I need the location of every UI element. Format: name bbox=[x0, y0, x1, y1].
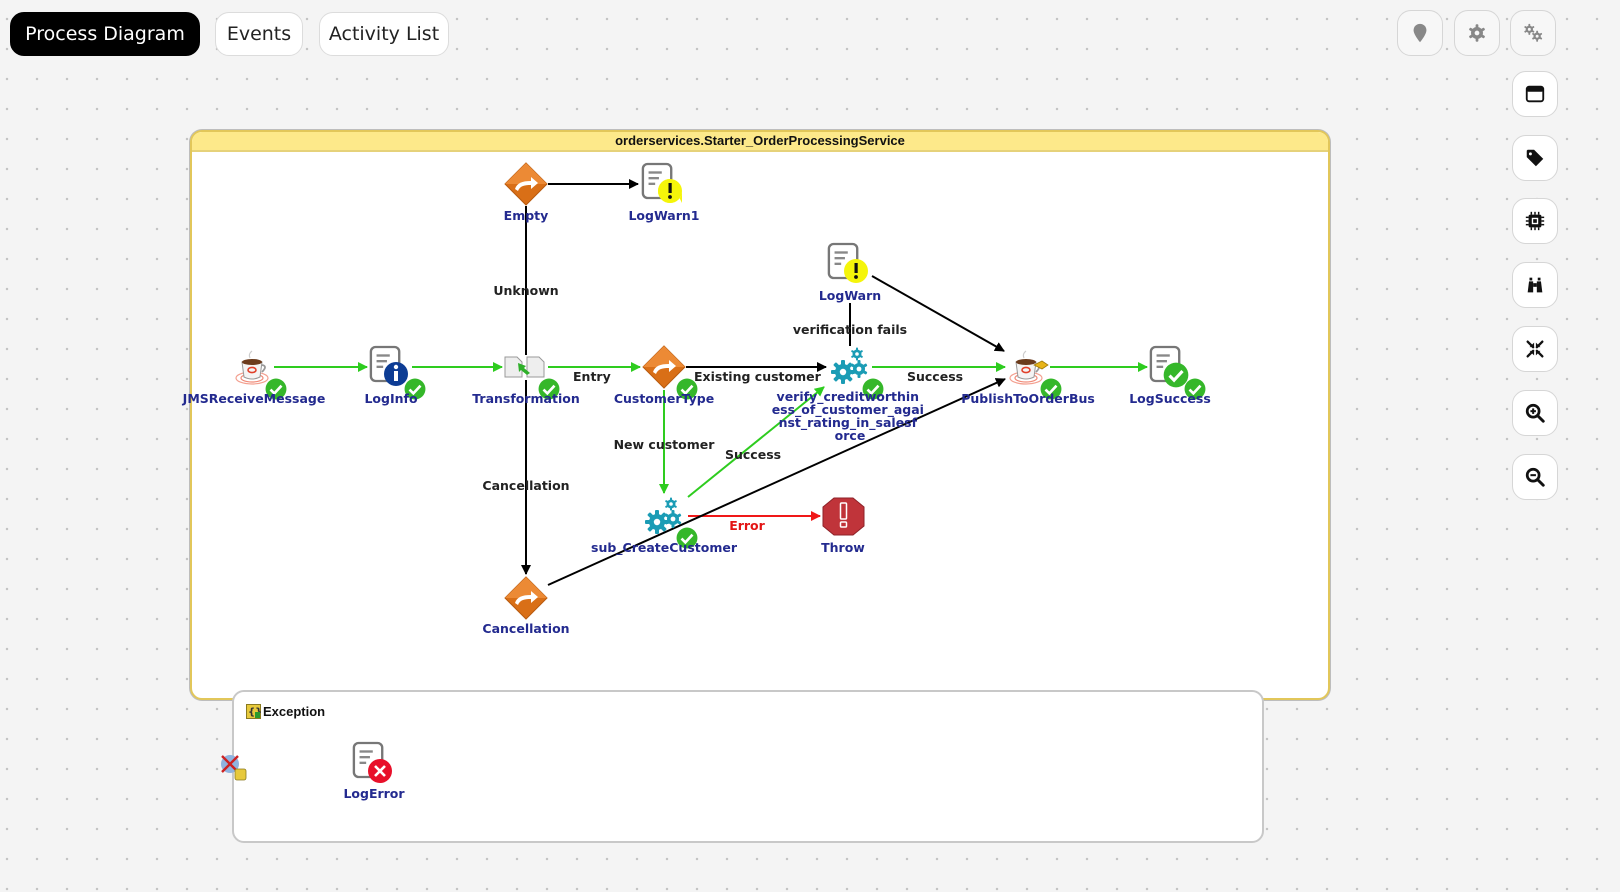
gear-icon bbox=[1469, 24, 1485, 42]
node-label: PublishToOrderBus bbox=[961, 391, 1095, 406]
compress-icon bbox=[1526, 340, 1544, 358]
edge-label-success-verify: Success bbox=[907, 369, 963, 384]
edge-label-new-customer: New customer bbox=[614, 437, 716, 452]
process-title: orderservices.Starter_OrderProcessingSer… bbox=[192, 132, 1328, 152]
gears-icon bbox=[1524, 23, 1543, 42]
zoom-in-button[interactable] bbox=[1512, 390, 1558, 436]
edge-label-verification-fails: verification fails bbox=[793, 322, 907, 337]
node-label: Empty bbox=[504, 208, 549, 223]
edge-label-error: Error bbox=[729, 518, 765, 533]
warning-icon bbox=[658, 179, 682, 203]
window-icon bbox=[1525, 85, 1545, 103]
edge-label-success-sub: Success bbox=[725, 447, 781, 462]
exception-header: {} Exception bbox=[246, 704, 325, 719]
toggle-panel-button[interactable] bbox=[1512, 71, 1558, 117]
map-pin-button[interactable] bbox=[1397, 10, 1443, 56]
node-label: LogError bbox=[343, 786, 405, 801]
info-icon bbox=[384, 362, 408, 386]
throw-error-icon bbox=[822, 497, 865, 536]
find-button[interactable] bbox=[1512, 262, 1558, 308]
tag-button[interactable] bbox=[1512, 135, 1558, 181]
tag-icon bbox=[1526, 149, 1544, 167]
node-label: Throw bbox=[821, 540, 865, 555]
node-label: JMSReceiveMessage bbox=[182, 391, 326, 406]
zoom-out-icon bbox=[1525, 467, 1545, 487]
node-label: Transformation bbox=[472, 391, 580, 406]
node-label: Cancellation bbox=[482, 621, 569, 636]
tab-activity-list[interactable]: Activity List bbox=[319, 12, 449, 56]
node-label: LogInfo bbox=[364, 391, 417, 406]
node-label: LogSuccess bbox=[1129, 391, 1211, 406]
chip-button[interactable] bbox=[1512, 198, 1558, 244]
exception-title: Exception bbox=[263, 704, 326, 719]
log-success-icon bbox=[1163, 362, 1189, 388]
node-throw[interactable]: Throw bbox=[821, 497, 865, 555]
settings-button[interactable] bbox=[1454, 10, 1500, 56]
tab-events[interactable]: Events bbox=[215, 12, 303, 56]
node-label: sub_CreateCustomer bbox=[591, 540, 738, 556]
error-x-icon bbox=[368, 759, 392, 783]
zoom-out-button[interactable] bbox=[1512, 454, 1558, 500]
edge-label-unknown: Unknown bbox=[493, 283, 558, 298]
advanced-settings-button[interactable] bbox=[1510, 10, 1556, 56]
node-label: CustomerType bbox=[614, 391, 714, 406]
zoom-in-icon bbox=[1525, 403, 1545, 423]
warning-icon bbox=[844, 259, 868, 283]
binoculars-icon bbox=[1527, 277, 1543, 293]
process-container: orderservices.Starter_OrderProcessingSer… bbox=[190, 130, 1330, 700]
node-label: LogWarn bbox=[819, 288, 881, 303]
exception-scope-icon: {} bbox=[246, 704, 261, 719]
tab-process-diagram[interactable]: Process Diagram bbox=[10, 12, 200, 56]
chip-icon bbox=[1525, 211, 1545, 231]
node-label: LogWarn1 bbox=[628, 208, 699, 223]
map-pin-icon bbox=[1413, 23, 1427, 43]
fit-to-screen-button[interactable] bbox=[1512, 326, 1558, 372]
edge-label-existing-customer: Existing customer bbox=[694, 369, 822, 384]
edge-label-entry: Entry bbox=[573, 369, 611, 384]
edge-label-cancellation: Cancellation bbox=[482, 478, 569, 493]
